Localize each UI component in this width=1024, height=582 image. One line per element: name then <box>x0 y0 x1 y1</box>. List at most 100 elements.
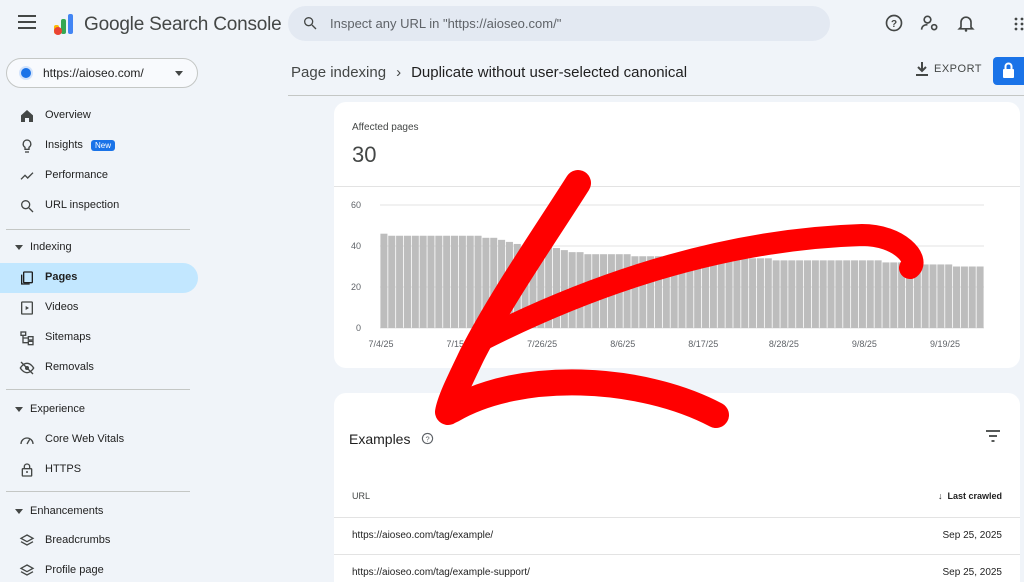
svg-text:?: ? <box>425 434 429 443</box>
video-icon <box>21 301 33 315</box>
chart-bar <box>702 256 710 328</box>
chart-bar <box>937 264 945 328</box>
section-toggle-experience[interactable]: Experience <box>0 398 198 422</box>
chart-bar <box>709 256 717 328</box>
chart-bar <box>576 252 584 328</box>
card-divider <box>334 186 1020 187</box>
layers-icon <box>19 564 35 576</box>
lock-icon <box>21 463 33 477</box>
property-selector[interactable]: https://aioseo.com/ <box>6 58 198 88</box>
svg-text:?: ? <box>891 19 897 30</box>
affected-pages-bar-chart: 0 20 40 60 7/4/25 7/15/25 7/26/25 8/6/25 8/17/25… <box>351 200 984 349</box>
chart-bar <box>811 260 819 328</box>
new-badge: New <box>91 140 116 151</box>
sidebar-item-profile-page[interactable]: Profile page <box>0 556 198 582</box>
app-brand: Google Search Console <box>84 14 282 35</box>
chart-bar <box>976 266 984 328</box>
chart-bar <box>403 235 411 328</box>
affected-pages-value: 30 <box>352 142 377 167</box>
url-inspect-input[interactable] <box>330 6 810 41</box>
chart-bar <box>411 235 419 328</box>
chart-bar <box>929 264 937 328</box>
sidebar-item-pages[interactable]: Pages <box>0 263 198 293</box>
chart-bar <box>639 256 647 328</box>
sidebar-item-removals[interactable]: Removals <box>0 353 198 383</box>
chart-bar <box>545 246 553 328</box>
filter-icon[interactable] <box>985 429 1001 443</box>
sidebar: https://aioseo.com/ Overview Insights Ne… <box>0 50 200 582</box>
chart-bar <box>953 266 961 328</box>
menu-icon[interactable] <box>18 15 36 29</box>
user-settings-icon[interactable] <box>920 13 940 33</box>
chart-bar <box>592 254 600 328</box>
table-row[interactable]: https://aioseo.com/tag/example-support/ … <box>334 555 1020 582</box>
page-title: Duplicate without user-selected canonica… <box>411 64 688 81</box>
chart-bar <box>741 258 749 328</box>
chart-bar <box>568 252 576 328</box>
sidebar-item-overview[interactable]: Overview <box>0 101 198 131</box>
caret-down-icon <box>15 245 23 250</box>
chart-bar <box>521 246 529 328</box>
sidebar-item-breadcrumbs[interactable]: Breadcrumbs <box>0 526 198 556</box>
table-row[interactable]: https://aioseo.com/tag/example/ Sep 25, … <box>334 518 1020 554</box>
help-circle-icon[interactable]: ? <box>421 432 434 445</box>
download-icon <box>916 62 928 76</box>
url-inspect-search[interactable] <box>288 6 830 41</box>
chart-bar <box>960 266 968 328</box>
row-last-crawled: Sep 25, 2025 <box>942 567 1003 578</box>
chart-bar <box>756 258 764 328</box>
caret-down-icon <box>15 509 23 514</box>
speedometer-icon <box>20 437 34 445</box>
sidebar-item-label: Profile page <box>45 564 104 576</box>
chart-bar <box>725 256 733 328</box>
chart-bar <box>670 256 678 328</box>
chart-bar <box>654 256 662 328</box>
breadcrumb-parent[interactable]: Page indexing <box>291 64 386 81</box>
property-name: https://aioseo.com/ <box>43 66 144 80</box>
section-toggle-enhancements[interactable]: Enhancements <box>0 500 198 524</box>
x-tick-label: 8/17/25 <box>688 339 718 349</box>
chart-bar <box>458 235 466 328</box>
chart-bar <box>552 248 561 328</box>
chart-bar <box>419 235 427 328</box>
sidebar-item-https[interactable]: HTTPS <box>0 455 198 485</box>
y-tick-label: 0 <box>356 323 361 333</box>
y-tick-label: 60 <box>351 200 361 210</box>
sidebar-item-videos[interactable]: Videos <box>0 293 198 323</box>
sidebar-item-url-inspection[interactable]: URL inspection <box>0 191 198 221</box>
section-toggle-indexing[interactable]: Indexing <box>0 236 198 260</box>
sidebar-item-sitemaps[interactable]: Sitemaps <box>0 323 198 353</box>
column-header-last-crawled[interactable]: ↓ Last crawled <box>938 491 1002 501</box>
chart-bar <box>513 243 521 328</box>
chart-bar <box>380 233 388 328</box>
column-header-url: URL <box>352 491 371 501</box>
caret-down-icon <box>15 407 23 412</box>
sidebar-item-label: Pages <box>45 271 78 283</box>
column-header-label: Last crawled <box>947 491 1002 501</box>
pages-icon <box>21 271 33 285</box>
section-label: Enhancements <box>30 505 104 517</box>
apps-grid-icon[interactable] <box>1014 17 1024 31</box>
chart-bar <box>898 262 906 328</box>
sidebar-item-insights[interactable]: Insights New <box>0 131 198 161</box>
chart-bar <box>968 266 976 328</box>
lock-button[interactable] <box>993 57 1024 85</box>
chart-bar <box>686 256 694 328</box>
export-button[interactable]: EXPORT <box>916 62 982 82</box>
examples-card: Examples ? URL ↓ Last crawled https://aio… <box>334 393 1020 582</box>
x-tick-label: 8/6/25 <box>610 339 635 349</box>
sidebar-item-label: HTTPS <box>45 463 82 475</box>
x-tick-label: 7/15/25 <box>447 339 477 349</box>
search-console-logo <box>54 14 73 35</box>
sidebar-item-performance[interactable]: Performance <box>0 161 198 191</box>
x-tick-label: 9/8/25 <box>852 339 877 349</box>
chart-bar <box>498 239 506 328</box>
sidebar-item-core-web-vitals[interactable]: Core Web Vitals <box>0 425 198 455</box>
top-bar: Google Search Console ? <box>0 0 1024 50</box>
eye-off-icon <box>19 361 35 375</box>
chart-bar <box>647 256 655 328</box>
bell-icon[interactable] <box>956 13 976 33</box>
chart-bar <box>678 256 686 328</box>
help-icon[interactable]: ? <box>884 13 904 33</box>
chart-bar <box>396 235 404 328</box>
